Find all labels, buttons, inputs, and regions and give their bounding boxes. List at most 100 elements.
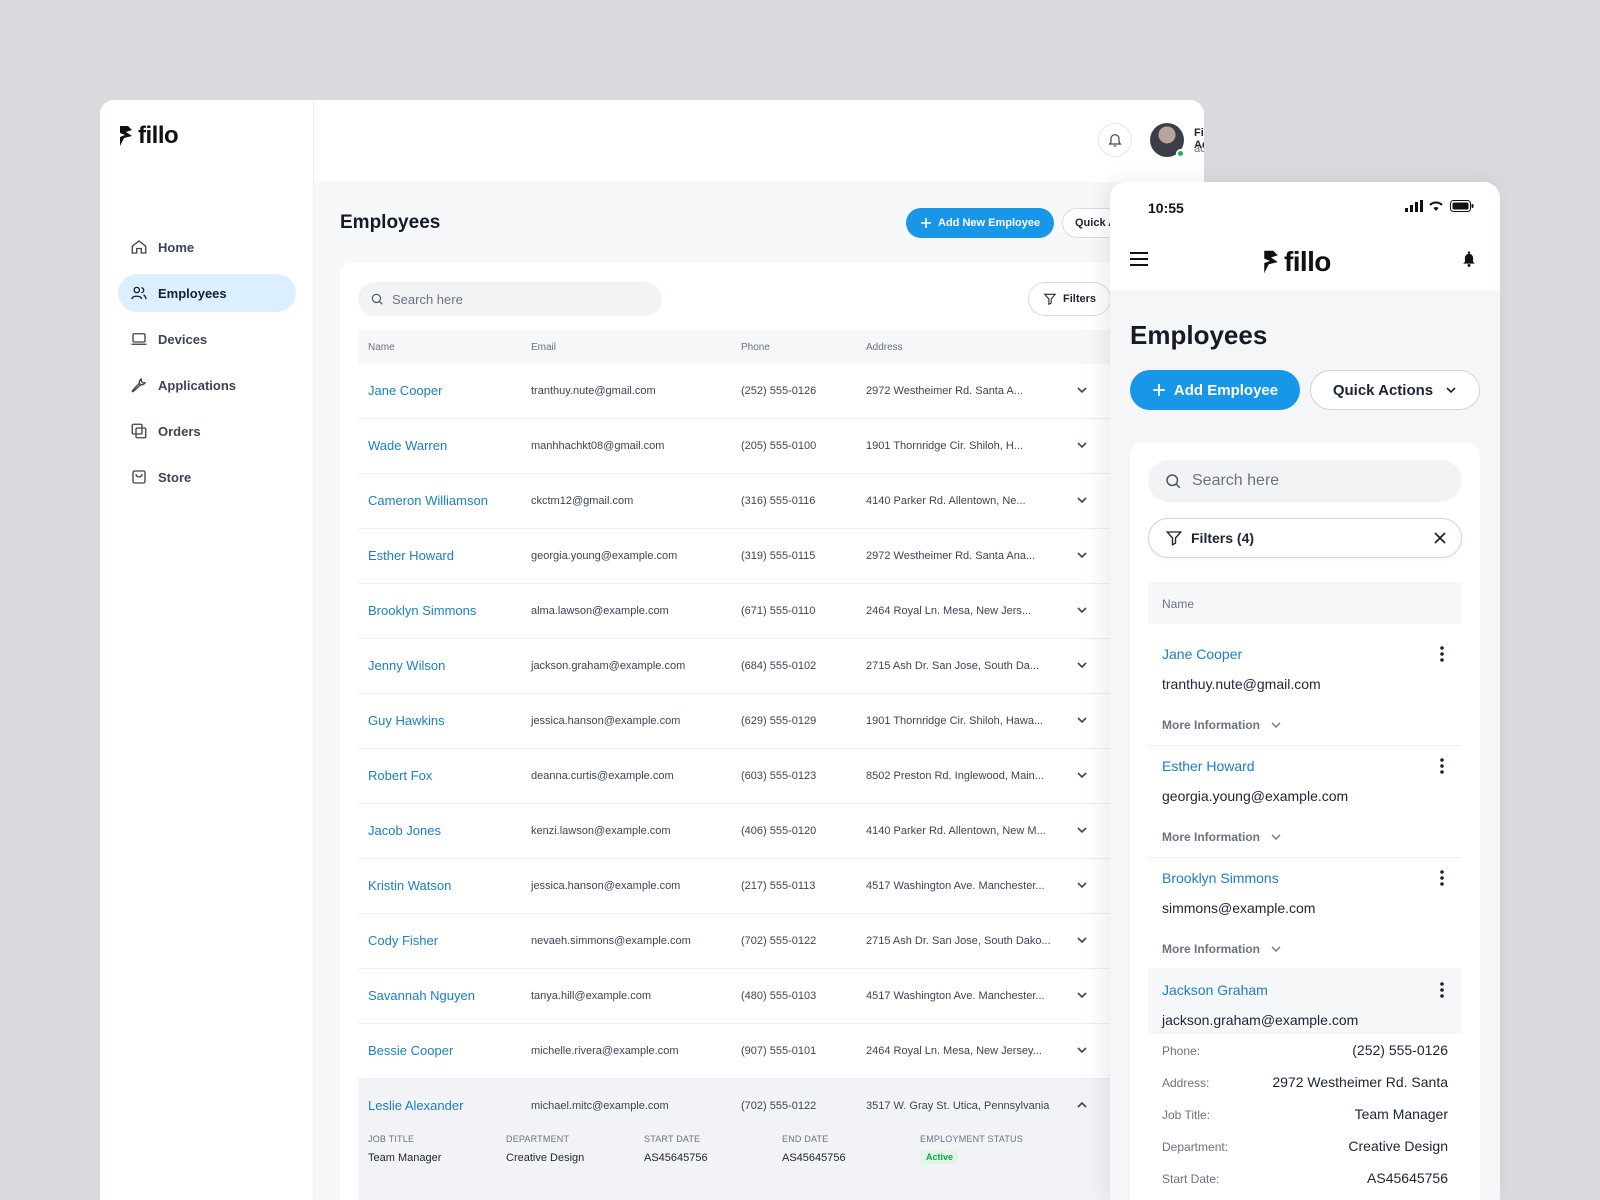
brand-logo[interactable]: fillo xyxy=(118,122,179,150)
column-header-phone[interactable]: Phone xyxy=(741,342,770,353)
chevron-up-icon[interactable] xyxy=(1076,1099,1088,1111)
avatar[interactable] xyxy=(1150,123,1185,158)
employee-name-link[interactable]: Guy Hawkins xyxy=(368,713,445,728)
chevron-down-icon[interactable] xyxy=(1076,549,1088,561)
column-header-name[interactable]: Name xyxy=(368,342,395,353)
employee-name-link[interactable]: Savannah Nguyen xyxy=(368,988,475,1003)
chevron-down-icon[interactable] xyxy=(1076,439,1088,451)
hamburger-menu-icon[interactable] xyxy=(1130,252,1148,266)
employee-name-link[interactable]: Jackson Graham xyxy=(1162,982,1268,998)
table-row[interactable]: Jane Cooper tranthuy.nute@gmail.com (252) … xyxy=(358,364,1200,419)
fillo-logo-icon xyxy=(1264,250,1278,274)
employee-phone: (907) 555-0101 xyxy=(741,1045,817,1057)
sidebar-item-label: Devices xyxy=(158,331,208,347)
users-icon xyxy=(131,286,147,300)
mobile-list-card: Search here Filters (4) Name Jane Cooper… xyxy=(1130,442,1480,1200)
list-item[interactable]: Jane Cooper tranthuy.nute@gmail.com More I… xyxy=(1148,632,1462,746)
employee-name-link[interactable]: Wade Warren xyxy=(368,438,447,453)
more-options-icon[interactable] xyxy=(1440,646,1444,662)
sidebar-item-applications[interactable]: Applications xyxy=(118,366,296,404)
close-icon[interactable] xyxy=(1433,531,1447,545)
search-input[interactable]: Search here xyxy=(358,282,662,316)
sidebar-item-store[interactable]: Store xyxy=(118,458,296,496)
chevron-down-icon[interactable] xyxy=(1076,824,1088,836)
quick-actions-dropdown[interactable]: Quick Actions xyxy=(1310,370,1480,410)
employee-phone: (629) 555-0129 xyxy=(741,715,817,727)
mobile-search-input[interactable]: Search here xyxy=(1148,460,1462,502)
detail-end-date: END DATE AS45645756 xyxy=(782,1134,846,1164)
employee-address: 4140 Parker Rd. Allentown, Ne... xyxy=(866,495,1026,507)
more-options-icon[interactable] xyxy=(1440,758,1444,774)
chevron-down-icon[interactable] xyxy=(1076,769,1088,781)
list-item[interactable]: Brooklyn Simmons simmons@example.com More … xyxy=(1148,856,1462,970)
sidebar-item-devices[interactable]: Devices xyxy=(118,320,296,358)
employee-name-link[interactable]: Jane Cooper xyxy=(368,383,442,398)
employee-email: michael.mitc@example.com xyxy=(531,1100,669,1112)
more-information-toggle[interactable]: More Information xyxy=(1162,942,1282,956)
employee-name-link[interactable]: Kristin Watson xyxy=(368,878,451,893)
notifications-button[interactable] xyxy=(1098,123,1132,157)
employee-name-link[interactable]: Leslie Alexander xyxy=(368,1098,463,1113)
table-row[interactable]: Brooklyn Simmons alma.lawson@example.com (… xyxy=(358,584,1200,639)
employee-name-link[interactable]: Esther Howard xyxy=(1162,758,1255,774)
sidebar-item-orders[interactable]: Orders xyxy=(118,412,296,450)
sidebar-item-home[interactable]: Home xyxy=(118,228,296,266)
bell-icon[interactable] xyxy=(1462,250,1476,268)
add-employee-button[interactable]: Add Employee xyxy=(1130,370,1300,410)
employee-name-link[interactable]: Robert Fox xyxy=(368,768,432,783)
add-new-employee-button[interactable]: Add New Employee xyxy=(906,208,1055,238)
list-item[interactable]: Esther Howard georgia.young@example.com Mo… xyxy=(1148,744,1462,858)
employee-name-link[interactable]: Brooklyn Simmons xyxy=(1162,870,1279,886)
more-options-icon[interactable] xyxy=(1440,982,1444,998)
chevron-down-icon[interactable] xyxy=(1076,384,1088,396)
employee-name-link[interactable]: Bessie Cooper xyxy=(368,1043,453,1058)
employee-email: jessica.hanson@example.com xyxy=(531,880,681,892)
detail-start-date: START DATE AS45645756 xyxy=(644,1134,708,1164)
table-row[interactable]: Guy Hawkins jessica.hanson@example.com (62… xyxy=(358,694,1200,749)
chevron-down-icon[interactable] xyxy=(1076,989,1088,1001)
employee-name-link[interactable]: Jenny Wilson xyxy=(368,658,445,673)
table-row[interactable]: Cody Fisher nevaeh.simmons@example.com (70… xyxy=(358,914,1200,969)
more-information-toggle[interactable]: More Information xyxy=(1162,830,1282,844)
detail-value: Team Manager xyxy=(1354,1106,1448,1122)
sidebar: fillo Home Employees Devices Application… xyxy=(100,100,314,1200)
more-options-icon[interactable] xyxy=(1440,870,1444,886)
chevron-down-icon[interactable] xyxy=(1076,604,1088,616)
employee-name-link[interactable]: Cody Fisher xyxy=(368,933,438,948)
table-row[interactable]: Cameron Williamson ckctm12@gmail.com (316)… xyxy=(358,474,1200,529)
mobile-brand-logo[interactable]: fillo xyxy=(1262,246,1331,278)
table-row[interactable]: Wade Warren manhhachkt08@gmail.com (205) 5… xyxy=(358,419,1200,474)
detail-value: Creative Design xyxy=(506,1152,585,1164)
table-row[interactable]: Bessie Cooper michelle.rivera@example.com… xyxy=(358,1024,1200,1079)
table-row[interactable]: Esther Howard georgia.young@example.com (3… xyxy=(358,529,1200,584)
employee-name-link[interactable]: Jane Cooper xyxy=(1162,646,1242,662)
mobile-filters-chip[interactable]: Filters (4) xyxy=(1148,518,1462,558)
employee-name-link[interactable]: Cameron Williamson xyxy=(368,493,488,508)
chevron-down-icon[interactable] xyxy=(1076,494,1088,506)
table-row[interactable]: Jacob Jones kenzi.lawson@example.com (406)… xyxy=(358,804,1200,859)
quick-actions-label: Quick Actions xyxy=(1332,381,1434,399)
employee-name-link[interactable]: Jacob Jones xyxy=(368,823,441,838)
table-row[interactable]: Kristin Watson jessica.hanson@example.com… xyxy=(358,859,1200,914)
chevron-down-icon[interactable] xyxy=(1076,1044,1088,1056)
employee-address: 2464 Royal Ln. Mesa, New Jersey... xyxy=(866,1045,1042,1057)
sidebar-item-employees[interactable]: Employees xyxy=(118,274,296,312)
more-information-toggle[interactable]: More Information xyxy=(1162,718,1282,732)
employee-name-link[interactable]: Esther Howard xyxy=(368,548,454,563)
table-row[interactable]: Robert Fox deanna.curtis@example.com (603)… xyxy=(358,749,1200,804)
chevron-down-icon[interactable] xyxy=(1076,934,1088,946)
filters-button[interactable]: Filters xyxy=(1028,282,1112,316)
chevron-down-icon[interactable] xyxy=(1076,659,1088,671)
employee-name-link[interactable]: Brooklyn Simmons xyxy=(368,603,476,618)
detail-job-title: JOB TITLE Team Manager xyxy=(368,1134,441,1164)
column-header-email[interactable]: Email xyxy=(531,342,556,353)
list-item[interactable]: Jackson Graham jackson.graham@example.com xyxy=(1148,968,1462,1040)
employee-email: manhhachkt08@gmail.com xyxy=(531,440,665,452)
chevron-down-icon[interactable] xyxy=(1076,714,1088,726)
table-row[interactable]: Savannah Nguyen tanya.hill@example.com (48… xyxy=(358,969,1200,1024)
chevron-down-icon[interactable] xyxy=(1076,879,1088,891)
chevron-down-icon xyxy=(1446,387,1456,394)
column-header-address[interactable]: Address xyxy=(866,342,903,353)
search-placeholder: Search here xyxy=(392,291,463,307)
table-row[interactable]: Jenny Wilson jackson.graham@example.com (6… xyxy=(358,639,1200,694)
